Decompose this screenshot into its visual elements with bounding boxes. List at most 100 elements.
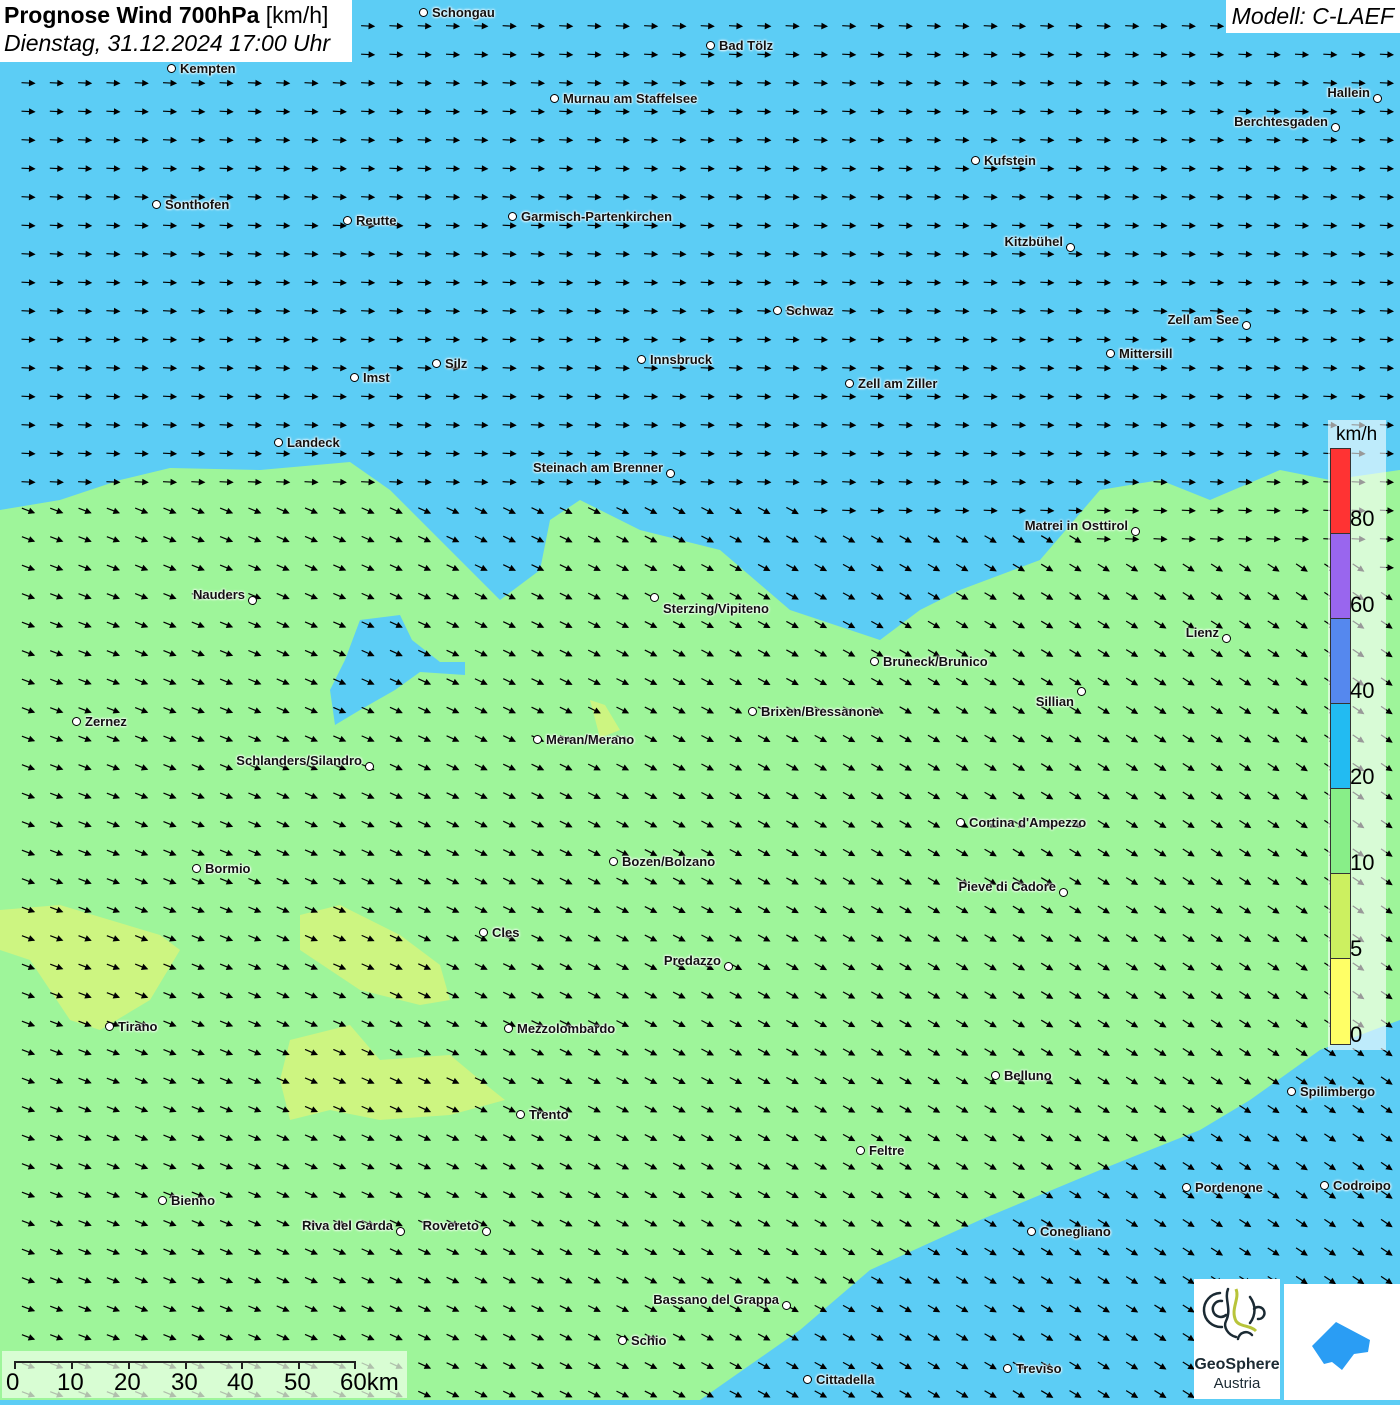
city-label: Hallein <box>1327 85 1370 100</box>
city-marker <box>248 596 257 605</box>
title-box: Prognose Wind 700hPa [km/h] Dienstag, 31… <box>0 0 352 62</box>
city-marker <box>1066 243 1075 252</box>
city-marker <box>1373 94 1382 103</box>
city-marker <box>956 818 965 827</box>
city-label: Kempten <box>180 61 236 76</box>
city-marker <box>845 379 854 388</box>
city-marker <box>650 593 659 602</box>
city-label: Bassano del Grappa <box>653 1292 779 1307</box>
scale-label: 0 <box>6 1369 20 1396</box>
geosphere-emblem-icon <box>1202 1287 1266 1341</box>
weather-app-logo[interactable] <box>1284 1284 1400 1400</box>
forecast-datetime: Dienstag, 31.12.2024 17:00 Uhr <box>4 30 331 56</box>
city-marker <box>1106 349 1115 358</box>
city-marker <box>274 438 283 447</box>
city-marker <box>1242 321 1251 330</box>
city-marker <box>618 1336 627 1345</box>
scale-tick <box>241 1361 243 1369</box>
city-label: Spilimbergo <box>1300 1084 1376 1099</box>
scale-label: 60km <box>340 1369 399 1396</box>
legend-label: 5 <box>1350 936 1363 961</box>
legend-colorbar <box>1330 448 1351 1045</box>
city-label: Brixen/Bressanone <box>761 704 880 719</box>
city-label: Schwaz <box>786 303 834 318</box>
city-marker <box>504 1024 513 1033</box>
city-marker <box>1027 1227 1036 1236</box>
city-label: Meran/Merano <box>546 732 635 747</box>
city-label: Kitzbühel <box>1004 234 1064 249</box>
city-label: Mittersill <box>1119 346 1173 361</box>
city-label: Conegliano <box>1040 1224 1111 1239</box>
page-title: Prognose Wind 700hPa [km/h] <box>4 2 348 29</box>
legend-label: 60 <box>1350 592 1375 617</box>
city-marker <box>1287 1087 1296 1096</box>
city-label: Treviso <box>1016 1361 1062 1376</box>
city-marker <box>350 373 359 382</box>
city-marker <box>1182 1183 1191 1192</box>
legend-color-segment <box>1331 704 1350 789</box>
city-label: Belluno <box>1004 1068 1052 1083</box>
city-marker <box>158 1196 167 1205</box>
city-label: Feltre <box>869 1143 905 1158</box>
city-label: Sterzing/Vipiteno <box>663 601 769 616</box>
city-label: Cles <box>492 925 520 940</box>
scale-tick <box>14 1361 16 1369</box>
city-marker <box>637 355 646 364</box>
city-label: Zell am Ziller <box>858 376 938 391</box>
scale-label: 20 <box>114 1369 141 1396</box>
city-marker <box>870 657 879 666</box>
city-marker <box>72 717 81 726</box>
city-marker <box>508 212 517 221</box>
city-marker <box>432 359 441 368</box>
city-label: Silz <box>445 356 468 371</box>
city-label: Sonthofen <box>165 197 230 212</box>
city-marker <box>1003 1364 1012 1373</box>
scale-tick <box>128 1361 130 1369</box>
city-label: Zernez <box>85 714 127 729</box>
legend-unit: km/h <box>1336 424 1378 445</box>
city-marker <box>1131 527 1140 536</box>
legend-color-segment <box>1331 619 1350 704</box>
scale-label: 10 <box>57 1369 84 1396</box>
scale-tick <box>71 1361 73 1369</box>
city-marker <box>748 707 757 716</box>
city-label: Bienno <box>171 1193 216 1208</box>
city-marker <box>550 94 559 103</box>
city-label: Schongau <box>432 5 495 20</box>
city-marker <box>192 864 201 873</box>
city-marker <box>803 1375 812 1384</box>
city-marker <box>1222 634 1231 643</box>
city-label: Predazzo <box>663 953 721 968</box>
city-label: Nauders <box>192 587 245 602</box>
city-label: Landeck <box>287 435 340 450</box>
city-marker <box>105 1022 114 1031</box>
city-label: Mezzolombardo <box>517 1021 616 1036</box>
city-label: Murnau am Staffelsee <box>563 91 698 106</box>
city-label: Berchtesgaden <box>1234 114 1328 129</box>
city-marker <box>1320 1181 1329 1190</box>
scale-label: 30 <box>171 1369 198 1396</box>
legend-label: 10 <box>1350 850 1375 875</box>
city-marker <box>343 216 352 225</box>
city-marker <box>167 64 176 73</box>
geosphere-austria-logo[interactable]: GeoSphere Austria <box>1194 1279 1280 1399</box>
city-label: Innsbruck <box>650 352 713 367</box>
city-label: Cittadella <box>816 1372 875 1387</box>
model-label: Modell: C-LAEF <box>1225 0 1400 33</box>
city-label: Riva del Garda <box>301 1218 393 1233</box>
scale-tick <box>185 1361 187 1369</box>
city-marker <box>419 8 428 17</box>
city-label: Sillian <box>1035 694 1074 709</box>
city-marker <box>1077 687 1086 696</box>
city-label: Bormio <box>205 861 251 876</box>
city-label: Bruneck/Brunico <box>883 654 988 669</box>
city-marker <box>479 928 488 937</box>
city-marker <box>482 1227 491 1236</box>
city-label: Cortina d'Ampezzo <box>969 815 1087 830</box>
geosphere-country: Austria <box>1213 1375 1261 1392</box>
city-marker <box>773 306 782 315</box>
title-unit: [km/h] <box>265 2 329 28</box>
city-label: Imst <box>363 370 390 385</box>
legend-color-segment <box>1331 449 1350 534</box>
legend-color-segment <box>1331 874 1350 959</box>
